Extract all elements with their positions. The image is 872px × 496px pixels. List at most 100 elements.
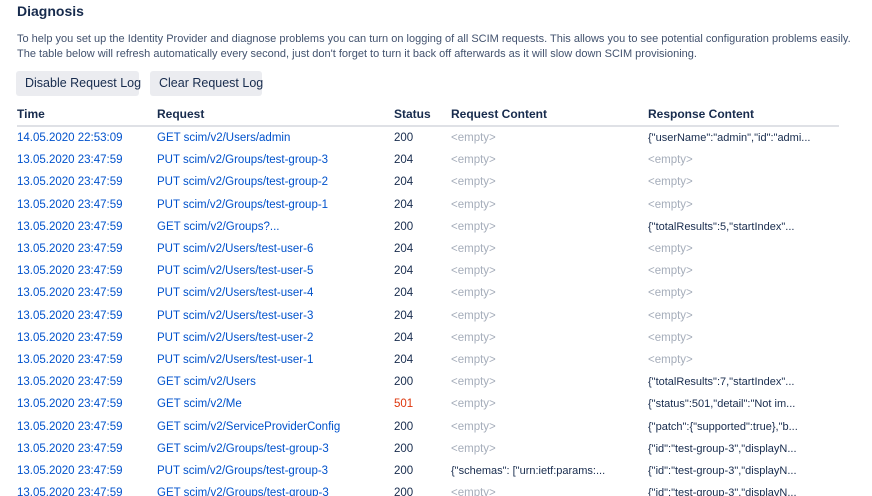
row-request: GET scim/v2/Groups/test-group-3 bbox=[157, 487, 329, 496]
request-log-table: Time Request Status Request Content Resp… bbox=[17, 103, 839, 496]
row-status: 204 bbox=[394, 309, 414, 322]
row-response-content: <empty> bbox=[648, 353, 693, 366]
table-row[interactable]: 13.05.2020 23:47:59 PUT scim/v2/Users/tes… bbox=[17, 349, 839, 371]
row-request: PUT scim/v2/Users/test-user-6 bbox=[157, 243, 314, 256]
row-time: 13.05.2020 23:47:59 bbox=[17, 487, 123, 496]
row-response-content: <empty> bbox=[648, 176, 693, 189]
row-response-content: {"userName":"admin","id":"admi... bbox=[648, 132, 811, 145]
row-request: PUT scim/v2/Users/test-user-2 bbox=[157, 331, 314, 344]
row-status: 204 bbox=[394, 353, 414, 366]
table-row[interactable]: 13.05.2020 23:47:59 PUT scim/v2/Users/tes… bbox=[17, 260, 839, 282]
row-request-content: <empty> bbox=[451, 132, 496, 145]
table-row[interactable]: 13.05.2020 23:47:59 GET scim/v2/Users 200 <… bbox=[17, 371, 839, 393]
row-status: 200 bbox=[394, 132, 414, 145]
row-status: 204 bbox=[394, 331, 414, 344]
table-row[interactable]: 13.05.2020 23:47:59 GET scim/v2/Groups?..… bbox=[17, 216, 839, 238]
row-response-content: {"status":501,"detail":"Not im... bbox=[648, 398, 796, 411]
table-row[interactable]: 13.05.2020 23:47:59 PUT scim/v2/Users/tes… bbox=[17, 282, 839, 304]
row-status: 501 bbox=[394, 398, 414, 411]
row-status: 204 bbox=[394, 287, 414, 300]
row-request-content: <empty> bbox=[451, 331, 496, 344]
row-response-content: <empty> bbox=[648, 154, 693, 167]
row-request: GET scim/v2/ServiceProviderConfig bbox=[157, 420, 341, 433]
row-response-content: <empty> bbox=[648, 309, 693, 322]
row-request: PUT scim/v2/Users/test-user-5 bbox=[157, 265, 314, 278]
table-row[interactable]: 13.05.2020 23:47:59 GET scim/v2/Groups/te… bbox=[17, 482, 839, 496]
row-time: 13.05.2020 23:47:59 bbox=[17, 309, 123, 322]
column-header-time: Time bbox=[17, 103, 157, 127]
row-request-content: <empty> bbox=[451, 398, 496, 411]
row-request: GET scim/v2/Groups?... bbox=[157, 220, 280, 233]
row-status: 204 bbox=[394, 198, 414, 211]
table-row[interactable]: 13.05.2020 23:47:59 PUT scim/v2/Groups/te… bbox=[17, 171, 839, 193]
request-log-body: 14.05.2020 22:53:09 GET scim/v2/Users/adm… bbox=[17, 126, 839, 496]
table-row[interactable]: 13.05.2020 23:47:59 GET scim/v2/ServicePr… bbox=[17, 415, 839, 437]
row-response-content: {"id":"test-group-3","displayN... bbox=[648, 464, 797, 477]
row-status: 204 bbox=[394, 265, 414, 278]
diagnosis-description: To help you set up the Identity Provider… bbox=[17, 33, 851, 60]
row-request: PUT scim/v2/Groups/test-group-1 bbox=[157, 198, 329, 211]
row-time: 13.05.2020 23:47:59 bbox=[17, 243, 123, 256]
row-time: 14.05.2020 22:53:09 bbox=[17, 132, 123, 145]
row-response-content: {"patch":{"supported":true},"b... bbox=[648, 420, 798, 433]
row-response-content: {"id":"test-group-3","displayN... bbox=[648, 442, 797, 455]
table-row[interactable]: 14.05.2020 22:53:09 GET scim/v2/Users/adm… bbox=[17, 126, 839, 149]
column-header-request-content: Request Content bbox=[451, 103, 648, 127]
row-time: 13.05.2020 23:47:59 bbox=[17, 464, 123, 477]
row-status: 200 bbox=[394, 442, 414, 455]
row-response-content: {"id":"test-group-3","displayN... bbox=[648, 487, 797, 496]
row-time: 13.05.2020 23:47:59 bbox=[17, 376, 123, 389]
row-request-content: <empty> bbox=[451, 442, 496, 455]
diagnosis-panel: Diagnosis To help you set up the Identit… bbox=[0, 0, 872, 496]
row-request-content: <empty> bbox=[451, 353, 496, 366]
table-row[interactable]: 13.05.2020 23:47:59 PUT scim/v2/Groups/te… bbox=[17, 194, 839, 216]
row-time: 13.05.2020 23:47:59 bbox=[17, 353, 123, 366]
table-row[interactable]: 13.05.2020 23:47:59 GET scim/v2/Groups/te… bbox=[17, 438, 839, 460]
table-header-row: Time Request Status Request Content Resp… bbox=[17, 103, 839, 127]
row-request: PUT scim/v2/Groups/test-group-2 bbox=[157, 176, 329, 189]
row-request: GET scim/v2/Groups/test-group-3 bbox=[157, 442, 329, 455]
row-time: 13.05.2020 23:47:59 bbox=[17, 220, 123, 233]
row-request: PUT scim/v2/Groups/test-group-3 bbox=[157, 154, 329, 167]
row-response-content: <empty> bbox=[648, 198, 693, 211]
table-row[interactable]: 13.05.2020 23:47:59 PUT scim/v2/Groups/te… bbox=[17, 149, 839, 171]
disable-request-log-button[interactable]: Disable Request Log bbox=[16, 71, 141, 96]
row-request-content: <empty> bbox=[451, 309, 496, 322]
row-response-content: {"totalResults":5,"startIndex"... bbox=[648, 220, 795, 233]
table-row[interactable]: 13.05.2020 23:47:59 PUT scim/v2/Users/tes… bbox=[17, 238, 839, 260]
table-row[interactable]: 13.05.2020 23:47:59 PUT scim/v2/Groups/te… bbox=[17, 460, 839, 482]
row-status: 204 bbox=[394, 154, 414, 167]
row-time: 13.05.2020 23:47:59 bbox=[17, 331, 123, 344]
column-header-status: Status bbox=[394, 103, 451, 127]
row-request-content: <empty> bbox=[451, 376, 496, 389]
row-status: 200 bbox=[394, 420, 414, 433]
row-request-content: {"schemas": ["urn:ietf:params:... bbox=[451, 464, 606, 477]
column-header-request: Request bbox=[157, 103, 394, 127]
row-response-content: <empty> bbox=[648, 287, 693, 300]
row-request-content: <empty> bbox=[451, 243, 496, 256]
table-row[interactable]: 13.05.2020 23:47:59 PUT scim/v2/Users/tes… bbox=[17, 305, 839, 327]
row-request: PUT scim/v2/Users/test-user-1 bbox=[157, 353, 314, 366]
clear-request-log-button[interactable]: Clear Request Log bbox=[150, 71, 263, 96]
table-row[interactable]: 13.05.2020 23:47:59 PUT scim/v2/Users/tes… bbox=[17, 327, 839, 349]
row-time: 13.05.2020 23:47:59 bbox=[17, 420, 123, 433]
row-request: PUT scim/v2/Users/test-user-4 bbox=[157, 287, 314, 300]
row-status: 204 bbox=[394, 243, 414, 256]
row-status: 200 bbox=[394, 220, 414, 233]
row-request-content: <empty> bbox=[451, 176, 496, 189]
row-response-content: <empty> bbox=[648, 331, 693, 344]
row-time: 13.05.2020 23:47:59 bbox=[17, 442, 123, 455]
table-row[interactable]: 13.05.2020 23:47:59 GET scim/v2/Me 501 <emp… bbox=[17, 393, 839, 415]
row-time: 13.05.2020 23:47:59 bbox=[17, 198, 123, 211]
row-time: 13.05.2020 23:47:59 bbox=[17, 176, 123, 189]
row-time: 13.05.2020 23:47:59 bbox=[17, 398, 123, 411]
row-time: 13.05.2020 23:47:59 bbox=[17, 265, 123, 278]
row-request: PUT scim/v2/Users/test-user-3 bbox=[157, 309, 314, 322]
row-request: GET scim/v2/Users/admin bbox=[157, 132, 291, 145]
row-request: GET scim/v2/Me bbox=[157, 398, 242, 411]
page-title: Diagnosis bbox=[17, 3, 84, 19]
row-response-content: {"totalResults":7,"startIndex"... bbox=[648, 376, 795, 389]
row-response-content: <empty> bbox=[648, 243, 693, 256]
row-request-content: <empty> bbox=[451, 154, 496, 167]
row-request-content: <empty> bbox=[451, 220, 496, 233]
